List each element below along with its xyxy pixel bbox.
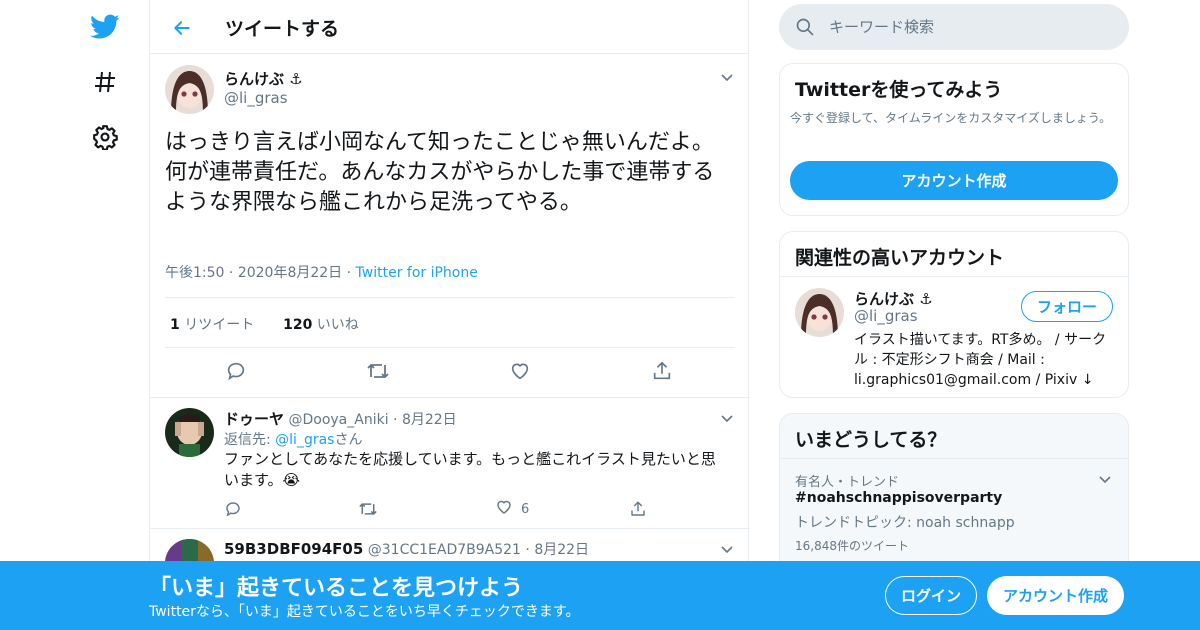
author-name[interactable]: らんけぶ ⚓ [224,68,303,89]
share-icon[interactable] [629,498,647,520]
trend-tweet-count: 16,848件のツイート [795,539,909,553]
gear-icon[interactable] [90,122,120,152]
avatar[interactable] [795,288,844,337]
search-bar[interactable] [779,4,1129,50]
chevron-down-icon[interactable] [719,541,735,557]
reply-text: ファンとしてあなたを応援しています。もっと艦これイラスト見たいと思います。😭 [224,450,716,489]
reply-date[interactable]: 8月22日 [534,542,589,558]
chevron-down-icon[interactable] [719,69,735,85]
trends-card-title: いまどうしてる？ [795,429,947,451]
retweet-icon[interactable] [363,356,393,386]
create-account-button[interactable]: アカウント作成 [790,161,1118,200]
signup-card: Twitterを使ってみよう 今すぐ登録して、タイムラインをカスタマイズしましょ… [779,63,1129,216]
related-card-title: 関連性の高いアカウント [795,247,1005,269]
like-count: 120 [283,317,313,333]
tweet-meta: 午後1:50 · 2020年8月22日 · Twitter for iPhone [165,262,478,282]
search-input[interactable] [829,4,1109,50]
chevron-down-icon[interactable] [1097,471,1113,487]
separator: · [525,542,535,558]
tweet-actions [165,356,735,386]
related-accounts-card: 関連性の高いアカウント らんけぶ ⚓ @li_gras フォロー イラスト描いて… [779,231,1129,398]
reply-author-name[interactable]: ドゥーヤ [224,410,284,428]
share-icon[interactable] [647,356,677,386]
tweet-date[interactable]: 2020年8月22日 [238,265,342,281]
main-column: ツイートする らんけぶ ⚓ @li_gras はっきり言えば小岡なんて知ったこと… [149,0,750,630]
signup-card-description: 今すぐ登録して、タイムラインをカスタマイズしましょう。 [790,111,1112,125]
page-header: ツイートする [150,0,748,54]
like-stat[interactable]: 120 いいね [283,317,359,333]
reply-to-line: 返信先: @li_grasさん [224,429,362,449]
search-icon [795,17,815,37]
reply-header: ドゥーヤ @Dooya_Aniki · 8月22日 [224,408,457,429]
signup-button[interactable]: アカウント作成 [987,576,1124,615]
tweet-stats: 1 リツイート 120 いいね [165,297,735,348]
signup-card-title: Twitterを使ってみよう [795,79,1003,101]
twitter-bird-icon[interactable] [90,12,120,42]
retweet-count: 1 [170,317,180,333]
heart-icon[interactable] [505,356,535,386]
reply-icon[interactable] [224,498,242,520]
related-account-name[interactable]: らんけぶ ⚓ [854,288,933,309]
chevron-down-icon[interactable] [719,410,735,426]
reply-tweet[interactable]: ドゥーヤ @Dooya_Aniki · 8月22日 返信先: @li_grasさ… [150,397,750,528]
hashtag-icon[interactable] [90,67,120,97]
bottom-bar-subtitle: Twitterなら、「いま」起きていることをいち早くチェックできます。 [149,604,580,620]
related-account-handle[interactable]: @li_gras [854,307,918,325]
left-nav [80,0,130,630]
like-button[interactable]: 6 [495,498,529,520]
tweet-text-line: はっきり言えば小岡なんて知ったことじゃ無いんだよ。 [165,130,714,155]
reply-author-name[interactable]: 59B3DBF094F05 [224,540,363,558]
tweet-time[interactable]: 午後1:50 [165,265,224,281]
reply-author-handle[interactable]: @31CC1EAD7B9A521 [368,542,521,558]
trend-hashtag[interactable]: #noahschnappisoverparty [795,490,1002,506]
avatar[interactable] [165,408,214,457]
tweet-text: はっきり言えば小岡なんて知ったことじゃ無いんだよ。 何が連帯責任だ。あんなカスが… [165,128,735,218]
reply-icon[interactable] [221,356,251,386]
author-handle[interactable]: @li_gras [224,89,288,107]
login-button[interactable]: ログイン [885,576,977,615]
bottom-bar-title: 「いま」起きていることを見つけよう [149,576,524,601]
like-count: 6 [521,501,530,517]
separator: · [393,412,402,428]
related-account-bio: イラスト描いてます。RT多め。 / サークル : 不定形シフト商会 / Mail… [854,332,1107,388]
separator: · [228,265,238,281]
retweet-icon[interactable] [358,498,378,520]
heart-icon [495,498,513,520]
divider [780,458,1128,459]
back-arrow-icon[interactable] [168,14,196,42]
like-label: いいね [316,317,359,333]
reply-author-handle[interactable]: @Dooya_Aniki [288,412,388,428]
reply-actions: 6 [224,498,704,520]
reply-to-suffix: さん [334,432,363,448]
tweet-text-line: 何が連帯責任だ。あんなカスがやらかした事で連帯するような界隈なら艦これから足洗っ… [165,160,715,215]
follow-button[interactable]: フォロー [1021,291,1113,322]
separator: · [346,265,356,281]
tweet-source[interactable]: Twitter for iPhone [356,265,478,281]
reply-header: 59B3DBF094F05 @31CC1EAD7B9A521 · 8月22日 [224,539,589,559]
retweet-label: リツイート [184,317,255,333]
page-title: ツイートする [225,18,340,40]
trend-context: 有名人・トレンド [795,475,900,490]
reply-to-handle[interactable]: @li_gras [275,432,334,448]
bottom-signup-bar: 「いま」起きていることを見つけよう Twitterなら、「いま」起きていることを… [0,561,1200,630]
reply-to-prefix: 返信先: [224,432,276,448]
avatar[interactable] [165,65,214,114]
retweet-stat[interactable]: 1 リツイート [170,317,254,333]
reply-date[interactable]: 8月22日 [402,412,457,428]
trend-topic: トレンドトピック: noah schnapp [795,515,1015,531]
divider [780,276,1128,277]
